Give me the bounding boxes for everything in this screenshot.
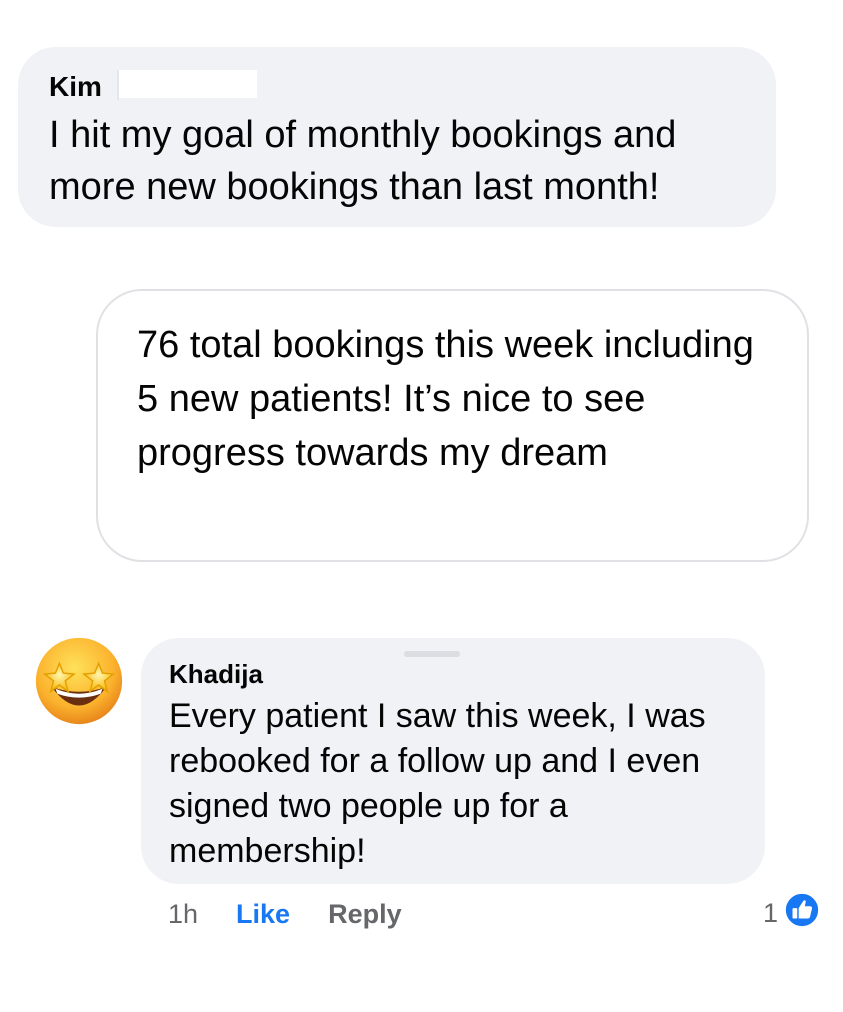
comment-bubble-khadija: Khadija Every patient I saw this week, I… [141, 638, 765, 884]
reply-button[interactable]: Reply [328, 899, 402, 930]
redacted-name-area [117, 70, 257, 100]
comment-timestamp[interactable]: 1h [168, 899, 198, 930]
star-struck-emoji-icon[interactable] [30, 630, 128, 728]
comment-text: I hit my goal of monthly bookings and mo… [49, 114, 677, 208]
quoted-post-card: 76 total bookings this week including 5 … [96, 289, 809, 562]
quoted-post-text: 76 total bookings this week including 5 … [137, 324, 754, 474]
reaction-summary[interactable]: 1 [763, 891, 821, 936]
comment-text: Every patient I saw this week, I was reb… [169, 697, 706, 870]
drag-handle [404, 651, 460, 657]
thumbs-up-icon [783, 891, 821, 936]
like-button[interactable]: Like [236, 899, 290, 930]
comment-actions: 1h Like Reply [168, 894, 402, 934]
reaction-count: 1 [763, 897, 779, 928]
comment-author[interactable]: Khadija [169, 658, 739, 690]
